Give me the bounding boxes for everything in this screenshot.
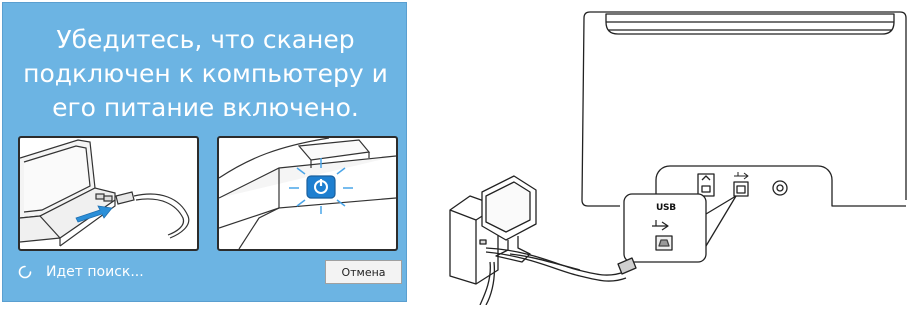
scanner-connection-dialog: Убедитесь, что сканер подключен к компью…: [2, 2, 407, 302]
scanner-usb-diagram: USB: [430, 0, 912, 306]
scanner-power-illustration: [217, 136, 398, 251]
headline-line-3: его питание включено.: [52, 93, 359, 122]
laptop-usb-illustration: [18, 136, 199, 251]
status-text: Идет поиск...: [46, 264, 144, 280]
headline-line-1: Убедитесь, что сканер: [56, 25, 355, 54]
usb-port-label: USB: [656, 203, 676, 213]
laptop-usb-icon: [20, 139, 190, 247]
scanner-back-icon: [449, 11, 907, 306]
cancel-button[interactable]: Отмена: [325, 260, 402, 284]
power-button-icon: [219, 138, 396, 249]
instruction-headline: Убедитесь, что сканер подключен к компью…: [3, 23, 408, 125]
loading-spinner-icon: [18, 265, 32, 279]
headline-line-2: подключен к компьютеру и: [23, 59, 388, 88]
search-status: Идет поиск...: [18, 260, 144, 284]
